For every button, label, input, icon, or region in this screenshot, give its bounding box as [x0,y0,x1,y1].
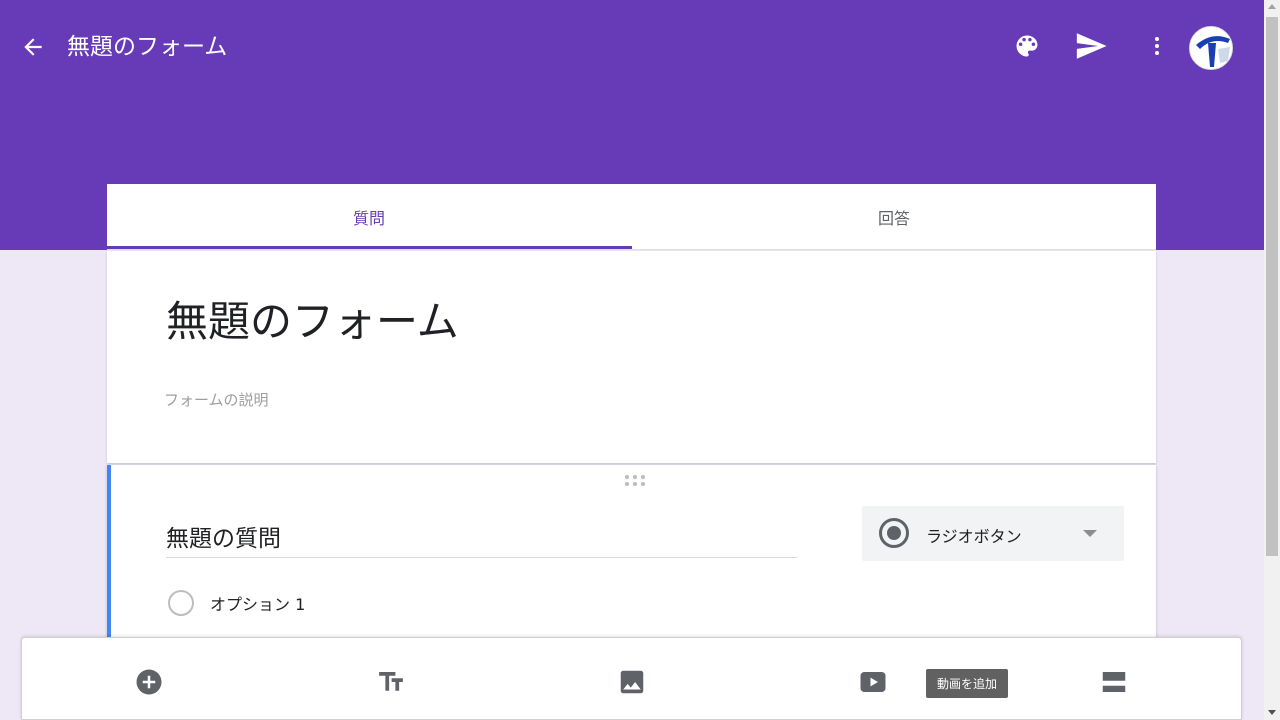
tab-questions[interactable]: 質問 [107,184,631,250]
question-type-dropdown[interactable]: ラジオボタン [862,506,1124,561]
dropdown-arrow-icon [1083,530,1097,537]
add-question-icon [136,669,162,695]
question-title-input[interactable]: 無題の質問 [166,521,797,558]
option-radio-icon [168,590,194,616]
form-description-input[interactable]: フォームの説明 [164,389,269,410]
palette-button[interactable] [1009,28,1045,64]
app-title[interactable]: 無題のフォーム [67,31,227,63]
back-button[interactable] [16,30,50,64]
more-vert-icon [1155,37,1159,55]
scroll-up-arrow-icon[interactable] [1268,4,1276,9]
send-icon [1076,33,1107,59]
add-title-button[interactable] [375,666,407,698]
tab-responses[interactable]: 回答 [632,184,1156,250]
add-video-icon [860,672,886,692]
back-arrow-icon [24,38,42,56]
more-options-button[interactable] [1139,28,1175,64]
tooltip: 動画を追加 [926,669,1009,698]
add-image-icon [620,670,644,694]
form-title-card: 無題のフォーム フォームの説明 [107,251,1156,463]
question-card[interactable]: 無題の質問 ラジオボタン オプション 1 [107,465,1156,645]
add-video-button[interactable] [857,666,889,698]
send-button[interactable] [1073,28,1109,64]
form-title-input[interactable]: 無題のフォーム [166,294,459,350]
add-title-icon [379,672,403,691]
tab-bar: 質問 回答 [107,184,1156,250]
question-type-label: ラジオボタン [926,527,1022,546]
avatar-image [1190,27,1232,69]
add-question-button[interactable] [133,666,165,698]
scrollbar-thumb[interactable] [1266,17,1278,556]
add-image-button[interactable] [616,666,648,698]
option-label[interactable]: オプション 1 [210,591,305,615]
drag-handle-icon[interactable] [624,474,648,488]
option-item[interactable]: オプション 1 [168,590,305,616]
active-tab-indicator [107,246,632,249]
add-section-icon [1102,672,1126,692]
avatar[interactable] [1189,26,1233,70]
add-section-button[interactable] [1098,666,1130,698]
palette-icon [1016,35,1038,57]
radio-button-icon [879,518,909,548]
bottom-toolbar: 動画を追加 [21,637,1242,720]
scroll-down-arrow-icon[interactable] [1268,710,1276,715]
